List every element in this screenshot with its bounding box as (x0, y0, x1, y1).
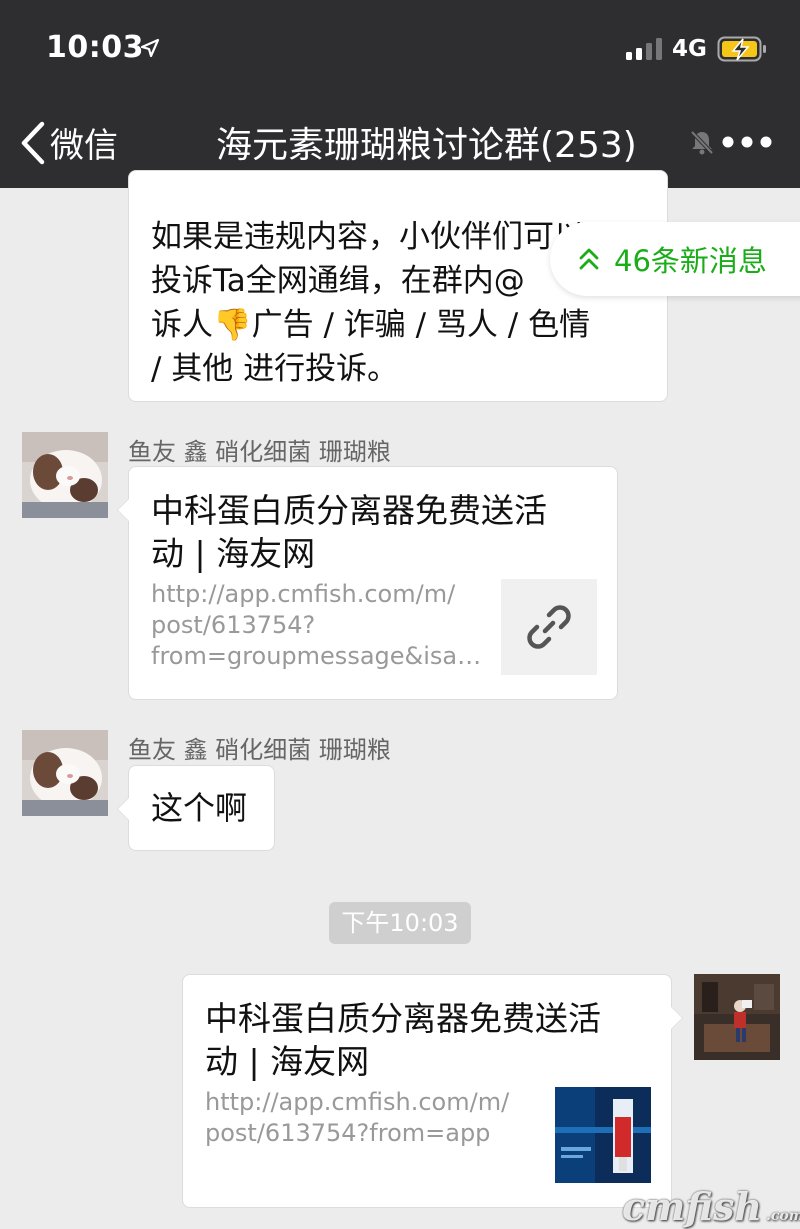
more-options-button[interactable] (722, 136, 772, 148)
avatar-cat[interactable] (22, 730, 108, 816)
notice-line: 诉人👎广告 / 诈骗 / 骂人 / 色情 (151, 303, 645, 347)
link-url-line: from=groupmessage&isa… (151, 642, 482, 670)
link-url-line: http://app.cmfish.com/m/ (151, 580, 456, 608)
link-url-line: post/613754?from=app (205, 1119, 491, 1147)
time-divider: 下午10:03 (329, 902, 471, 944)
back-label: 微信 (50, 126, 118, 166)
notice-text: 广告 / 诈骗 / 骂人 / 色情 (251, 307, 591, 343)
bubble-tail (671, 1007, 682, 1029)
message-text: 这个啊 (151, 789, 248, 827)
link-card-message[interactable]: 中科蛋白质分离器免费送活 动 | 海友网 http://app.cmfish.c… (117, 466, 618, 700)
link-thumbnail-image (555, 1087, 651, 1183)
top-bar: 10:03 4G 微信 海元素珊瑚粮讨论群(253) (0, 0, 800, 188)
avatar-self[interactable] (694, 974, 780, 1060)
link-url-line: post/613754? (151, 611, 316, 639)
link-icon (527, 605, 571, 649)
chat-title: 海元素珊瑚粮讨论群(253) (216, 125, 637, 166)
location-arrow-icon (140, 38, 160, 58)
back-button[interactable]: 微信 (20, 118, 118, 167)
link-card-message-outgoing[interactable]: 中科蛋白质分离器免费送活 动 | 海友网 http://app.cmfish.c… (182, 974, 683, 1208)
sender-name: 鱼友 鑫 硝化细菌 珊瑚粮 (128, 736, 391, 764)
watermark-logo: cmfish .com (622, 1184, 800, 1229)
link-title-line: 中科蛋白质分离器免费送活 (151, 491, 547, 530)
avatar-cat[interactable] (22, 432, 108, 518)
bubble-tail (118, 499, 129, 521)
link-thumbnail (501, 579, 597, 675)
notice-text: 诉人 (151, 307, 213, 343)
link-title-line: 中科蛋白质分离器免费送活 (205, 999, 601, 1038)
sender-name: 鱼友 鑫 硝化细菌 珊瑚粮 (128, 438, 391, 466)
signal-icon (626, 38, 662, 60)
network-type: 4G (672, 36, 707, 62)
text-message-bubble[interactable]: 这个啊 (117, 765, 275, 851)
chevron-left-icon (21, 121, 45, 164)
notice-line: / 其他 进行投诉。 (151, 351, 399, 387)
link-title-line: 动 | 海友网 (205, 1042, 370, 1081)
thumbs-down-emoji: 👎 (213, 307, 252, 343)
new-messages-button[interactable]: 46条新消息 (550, 222, 800, 296)
battery-charging-icon (717, 36, 766, 62)
double-chevron-up-icon (579, 248, 599, 270)
bubble-tail (118, 798, 129, 820)
status-time: 10:03 (46, 30, 144, 65)
link-title-line: 动 | 海友网 (151, 534, 316, 573)
mute-bell-icon (690, 130, 714, 155)
link-url-line: http://app.cmfish.com/m/ (205, 1088, 510, 1116)
new-messages-label: 46条新消息 (614, 244, 767, 278)
